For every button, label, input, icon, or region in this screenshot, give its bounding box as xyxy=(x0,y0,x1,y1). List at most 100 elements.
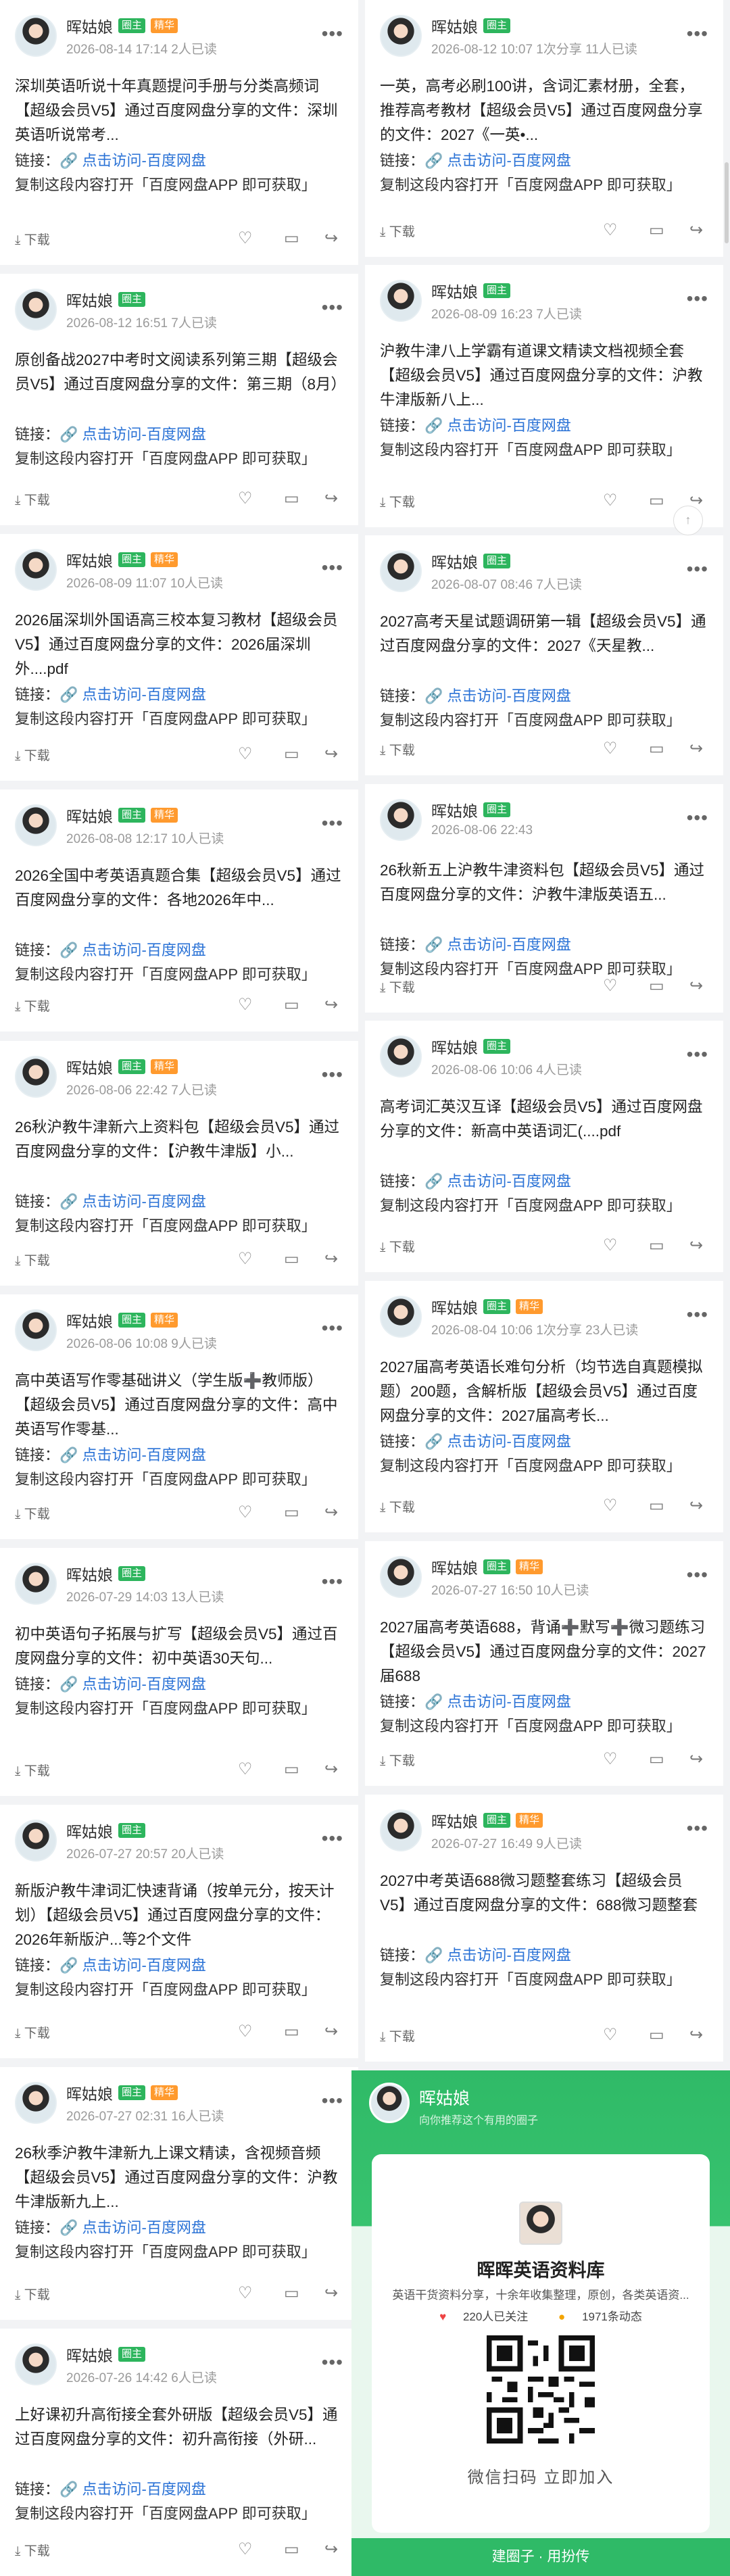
like-icon[interactable]: ♡ xyxy=(603,976,618,996)
comment-icon[interactable]: ▭ xyxy=(284,995,299,1015)
post-card[interactable]: 晖姑娘 圈主 2026-07-26 14:42 6人已读 ••• 上好课初升高衔接全套外… xyxy=(0,2329,358,2576)
comment-icon[interactable]: ▭ xyxy=(284,744,299,764)
baidu-pan-link[interactable]: 🔗 点击访问-百度网盘 xyxy=(59,1957,206,1974)
post-body-text[interactable]: 上好课初升高衔接全套外研版【超级会员V5】通过百度网盘分享的文件：初升高衔接（外… xyxy=(15,2403,343,2452)
like-icon[interactable]: ♡ xyxy=(238,2283,253,2303)
author-name[interactable]: 晖姑娘 xyxy=(431,1035,478,1058)
more-options-button[interactable]: ••• xyxy=(322,1317,343,1339)
share-icon[interactable]: ↪ xyxy=(324,744,338,764)
post-card[interactable]: 晖姑娘 圈主 2026-08-09 16:23 7人已读 ••• 沪教牛津八上学霸有道课… xyxy=(365,265,723,527)
baidu-pan-link[interactable]: 🔗 点击访问-百度网盘 xyxy=(59,1676,206,1693)
like-icon[interactable]: ♡ xyxy=(238,995,253,1015)
download-button[interactable]: ⤓ 下载 xyxy=(380,2026,415,2045)
comment-icon[interactable]: ▭ xyxy=(649,1236,664,1255)
post-card[interactable]: 晖姑娘 圈主 2026-08-07 08:46 7人已读 ••• 2027高考天星试题调… xyxy=(365,535,723,775)
share-icon[interactable]: ↪ xyxy=(324,2283,338,2303)
post-body-text[interactable]: 2027中考英语688微习题整套练习【超级会员V5】通过百度网盘分享的文件：68… xyxy=(380,1869,708,1918)
post-body-text[interactable]: 新版沪教牛津词汇快速背诵（按单元分，按天计划）【超级会员V5】通过百度网盘分享的… xyxy=(15,1879,343,1952)
avatar[interactable] xyxy=(15,2082,57,2124)
baidu-pan-link[interactable]: 🔗 点击访问-百度网盘 xyxy=(424,1947,571,1964)
baidu-pan-link[interactable]: 🔗 点击访问-百度网盘 xyxy=(59,152,206,169)
like-icon[interactable]: ♡ xyxy=(603,491,618,510)
avatar[interactable] xyxy=(15,1563,57,1605)
more-options-button[interactable]: ••• xyxy=(687,558,708,580)
avatar[interactable] xyxy=(380,1809,422,1851)
post-body-text[interactable]: 2026全国中考英语真题合集【超级会员V5】通过百度网盘分享的文件：各地2026… xyxy=(15,864,343,913)
avatar[interactable] xyxy=(15,2343,57,2385)
download-button[interactable]: ⤓ 下载 xyxy=(15,2285,50,2303)
baidu-pan-link[interactable]: 🔗 点击访问-百度网盘 xyxy=(424,1693,571,1710)
download-button[interactable]: ⤓ 下载 xyxy=(380,1497,415,1515)
post-body-text[interactable]: 高考词汇英汉互译【超级会员V5】通过百度网盘分享的文件：新高中英语词汇(....… xyxy=(380,1095,708,1144)
post-card[interactable]: 晖姑娘 圈主 2026-07-27 20:57 20人已读 ••• 新版沪教牛津词汇快速… xyxy=(0,1805,358,2058)
baidu-pan-link[interactable]: 🔗 点击访问-百度网盘 xyxy=(424,936,571,953)
post-card[interactable]: 晖姑娘 圈主 精华 2026-07-27 02:31 16人已读 ••• 26秋季沪教牛津… xyxy=(0,2067,358,2320)
download-button[interactable]: ⤓ 下载 xyxy=(380,492,415,510)
more-options-button[interactable]: ••• xyxy=(322,812,343,834)
like-icon[interactable]: ♡ xyxy=(603,739,618,758)
like-icon[interactable]: ♡ xyxy=(238,228,253,248)
comment-icon[interactable]: ▭ xyxy=(649,1749,664,1769)
comment-icon[interactable]: ▭ xyxy=(649,220,664,240)
author-name[interactable]: 晖姑娘 xyxy=(66,2081,113,2104)
share-icon[interactable]: ↪ xyxy=(324,2022,338,2041)
post-body-text[interactable]: 26秋沪教牛津新六上资料包【超级会员V5】通过百度网盘分享的文件：【沪教牛津版】… xyxy=(15,1115,343,1164)
post-body-text[interactable]: 一英，高考必刷100讲，含词汇素材册，全套，推荐高考教材【超级会员V5】通过百度… xyxy=(380,74,708,147)
post-body-text[interactable]: 2027高考天星试题调研第一辑【超级会员V5】通过百度网盘分享的文件：2027《… xyxy=(380,610,708,658)
share-icon[interactable]: ↪ xyxy=(689,2025,703,2045)
post-card[interactable]: 晖姑娘 圈主 2026-08-12 10:07 1次分享 11人已读 ••• 一英，高考… xyxy=(365,0,723,257)
baidu-pan-link[interactable]: 🔗 点击访问-百度网盘 xyxy=(59,2219,206,2236)
like-icon[interactable]: ♡ xyxy=(603,220,618,240)
back-to-top-button[interactable]: ↑ xyxy=(673,506,703,535)
like-icon[interactable]: ♡ xyxy=(603,1236,618,1255)
author-name[interactable]: 晖姑娘 xyxy=(431,1295,478,1318)
author-name[interactable]: 晖姑娘 xyxy=(431,550,478,573)
baidu-pan-link[interactable]: 🔗 点击访问-百度网盘 xyxy=(59,1447,206,1463)
avatar[interactable] xyxy=(15,1309,57,1351)
scrollbar[interactable] xyxy=(725,162,729,243)
download-button[interactable]: ⤓ 下载 xyxy=(15,230,50,248)
author-name[interactable]: 晖姑娘 xyxy=(66,1309,113,1332)
comment-icon[interactable]: ▭ xyxy=(284,228,299,248)
post-card[interactable]: 晖姑娘 圈主 2026-07-29 14:03 13人已读 ••• 初中英语句子拓展与扩… xyxy=(0,1548,358,1796)
author-name[interactable]: 晖姑娘 xyxy=(66,1819,113,1842)
comment-icon[interactable]: ▭ xyxy=(284,2283,299,2303)
post-card[interactable]: 晖姑娘 圈主 精华 2026-08-08 12:17 10人已读 ••• 2026全国中考… xyxy=(0,789,358,1031)
share-icon[interactable]: ↪ xyxy=(324,228,338,248)
author-name[interactable]: 晖姑娘 xyxy=(431,1809,478,1832)
comment-icon[interactable]: ▭ xyxy=(649,2025,664,2045)
baidu-pan-link[interactable]: 🔗 点击访问-百度网盘 xyxy=(424,417,571,434)
avatar[interactable] xyxy=(15,804,57,846)
like-icon[interactable]: ♡ xyxy=(238,489,253,508)
comment-icon[interactable]: ▭ xyxy=(284,2022,299,2041)
comment-icon[interactable]: ▭ xyxy=(649,976,664,996)
download-button[interactable]: ⤓ 下载 xyxy=(15,996,50,1015)
more-options-button[interactable]: ••• xyxy=(322,1571,343,1593)
more-options-button[interactable]: ••• xyxy=(687,1564,708,1586)
post-card[interactable]: 晖姑娘 圈主 精华 2026-08-14 17:14 2人已读 ••• 深圳英语听说十年真… xyxy=(0,0,358,265)
baidu-pan-link[interactable]: 🔗 点击访问-百度网盘 xyxy=(59,2481,206,2498)
like-icon[interactable]: ♡ xyxy=(238,744,253,764)
avatar[interactable] xyxy=(380,1556,422,1598)
baidu-pan-link[interactable]: 🔗 点击访问-百度网盘 xyxy=(59,1193,206,1210)
more-options-button[interactable]: ••• xyxy=(322,23,343,45)
like-icon[interactable]: ♡ xyxy=(238,1759,253,1779)
download-button[interactable]: ⤓ 下载 xyxy=(380,222,415,240)
post-body-text[interactable]: 2026届深圳外国语高三校本复习教材【超级会员V5】通过百度网盘分享的文件：20… xyxy=(15,608,343,681)
share-icon[interactable]: ↪ xyxy=(324,995,338,1015)
download-button[interactable]: ⤓ 下载 xyxy=(380,1237,415,1255)
author-name[interactable]: 晖姑娘 xyxy=(66,288,113,311)
baidu-pan-link[interactable]: 🔗 点击访问-百度网盘 xyxy=(59,426,206,443)
download-button[interactable]: ⤓ 下载 xyxy=(380,740,415,758)
post-body-text[interactable]: 原创备战2027中考时文阅读系列第三期【超级会员V5】通过百度网盘分享的文件：第… xyxy=(15,348,346,397)
download-button[interactable]: ⤓ 下载 xyxy=(380,977,415,996)
promo-footer[interactable]: 建圈子 · 用扮传 xyxy=(351,2538,730,2576)
post-card[interactable]: 晖姑娘 圈主 精华 2026-08-04 10:06 1次分享 23人已读 ••• 202… xyxy=(365,1281,723,1532)
more-options-button[interactable]: ••• xyxy=(687,288,708,310)
share-icon[interactable]: ↪ xyxy=(689,1496,703,1515)
avatar[interactable] xyxy=(380,550,422,592)
post-body-text[interactable]: 2027届高考英语长难句分析（均节选自真题模拟题）200题，含解析版【超级会员V… xyxy=(380,1355,708,1428)
share-icon[interactable]: ↪ xyxy=(324,1503,338,1522)
post-card[interactable]: 晖姑娘 圈主 精华 2026-07-27 16:49 9人已读 ••• 2027中考英语6… xyxy=(365,1795,723,2062)
avatar[interactable] xyxy=(380,280,422,322)
